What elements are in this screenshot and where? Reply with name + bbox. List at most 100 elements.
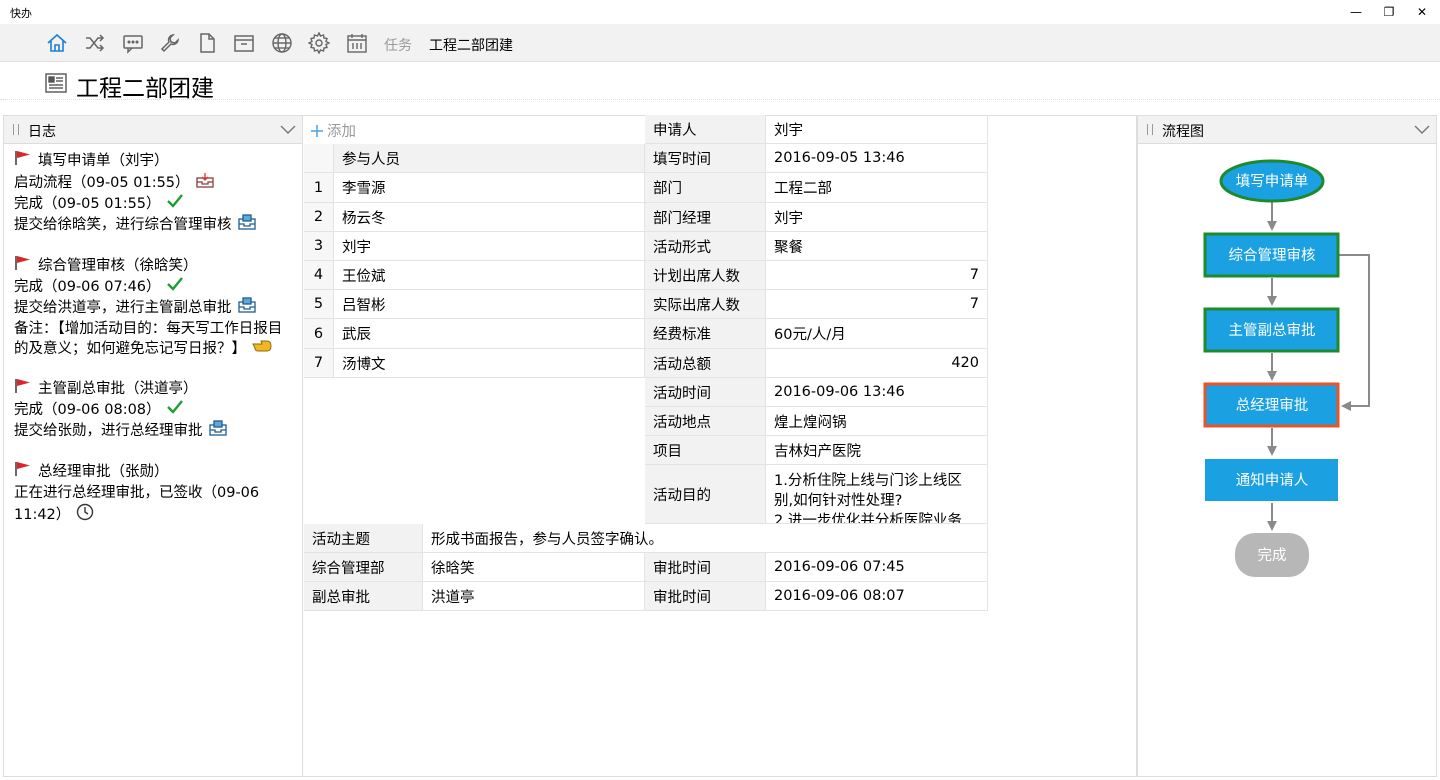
minimize-button[interactable]: — xyxy=(1339,0,1373,24)
participant-name-cell[interactable]: 吕智彬 xyxy=(334,290,645,319)
log-entry: 主管副总审批（洪道亭） 完成（09-06 08:08） 提交给张勋，进行总经理审批 xyxy=(14,378,302,442)
inbox-icon xyxy=(195,172,214,194)
task-link[interactable]: 任务 xyxy=(384,35,412,55)
page-header: 工程二部团建 xyxy=(0,62,1440,102)
log-line-text: 完成（09-05 01:55） xyxy=(14,196,161,212)
restore-button[interactable]: ❐ xyxy=(1372,0,1406,24)
participant-name-cell[interactable]: 刘宇 xyxy=(334,232,645,261)
flag-icon xyxy=(14,378,32,400)
field-value[interactable]: 7 xyxy=(766,290,988,319)
field-value[interactable]: 刘宇 xyxy=(766,203,988,232)
flowchart-canvas: 填写申请单综合管理审核主管副总审批总经理审批通知申请人完成 xyxy=(1203,159,1370,577)
approval-value[interactable]: 徐晗笑 xyxy=(423,553,645,582)
approval-time-value[interactable]: 2016-09-06 07:45 xyxy=(766,553,988,582)
globe-icon[interactable] xyxy=(269,31,295,55)
log-line-text: 提交给张勋，进行总经理审批 xyxy=(14,423,203,439)
field-label: 计划出席人数 xyxy=(645,261,766,290)
form-document-icon xyxy=(44,72,68,98)
log-line-text: 完成（09-06 08:08） xyxy=(14,402,161,418)
close-button[interactable]: ✕ xyxy=(1405,0,1439,24)
log-line-text: 备注：【增加活动目的：每天写工作日报目的及意义；如何避免忘记写日报？】 xyxy=(14,321,283,357)
log-line: 提交给张勋，进行总经理审批 xyxy=(14,420,302,442)
flow-node-start-label: 填写申请单 xyxy=(1236,173,1309,190)
drag-handle-icon[interactable] xyxy=(1147,124,1153,135)
log-panel: 日志 填写申请单（刘宇） 启动流程（09-05 01:55） 完成（09-05 01… xyxy=(3,115,303,777)
flow-node-n1-label: 综合管理审核 xyxy=(1229,247,1316,264)
log-line: 提交给徐晗笑，进行综合管理审核 xyxy=(14,214,302,236)
log-line: 完成（09-06 07:46） xyxy=(14,277,302,297)
drag-handle-icon[interactable] xyxy=(13,124,19,135)
chat-icon[interactable] xyxy=(120,31,146,55)
shuffle-icon[interactable] xyxy=(82,31,108,55)
field-value[interactable]: 煌上煌闷锅 xyxy=(766,407,988,436)
field-label: 部门 xyxy=(645,173,766,203)
add-participant-button[interactable]: 添加 xyxy=(310,120,356,141)
flow-panel-header: 流程图 xyxy=(1138,116,1436,144)
wrench-icon[interactable] xyxy=(157,31,183,55)
log-step-title: 综合管理审核（徐晗笑） xyxy=(38,258,198,274)
purpose-value[interactable]: 1.分析住院上线与门诊上线区别,如何针对性处理? 2.进一步优化并分析医院业务 xyxy=(766,465,988,524)
calendar-icon[interactable] xyxy=(344,31,370,55)
breadcrumb-current: 工程二部团建 xyxy=(429,38,513,54)
approval-label: 综合管理部 xyxy=(304,553,423,582)
close-icon: ✕ xyxy=(1416,5,1428,19)
flag-icon xyxy=(14,255,32,277)
field-value[interactable]: 60元/人/月 xyxy=(766,319,988,349)
archive-icon[interactable] xyxy=(231,31,257,55)
participant-name-cell[interactable]: 汤博文 xyxy=(334,349,645,378)
field-value[interactable]: 420 xyxy=(766,349,988,378)
tray-icon xyxy=(237,214,256,236)
chevron-down-icon[interactable] xyxy=(1414,123,1430,139)
field-label: 项目 xyxy=(645,436,766,465)
log-entry-header: 主管副总审批（洪道亭） xyxy=(14,378,302,400)
log-line: 完成（09-06 08:08） xyxy=(14,400,302,420)
flow-node-n3-label: 总经理审批 xyxy=(1236,397,1309,414)
participant-row-number: 1 xyxy=(304,173,334,203)
log-line-text: 提交给徐晗笑，进行综合管理审核 xyxy=(14,217,232,233)
field-value[interactable]: 2016-09-06 13:46 xyxy=(766,378,988,407)
flow-node-end-label: 完成 xyxy=(1258,547,1287,564)
field-value[interactable]: 7 xyxy=(766,261,988,290)
field-value[interactable]: 吉林妇产医院 xyxy=(766,436,988,465)
log-panel-title: 日志 xyxy=(28,124,56,140)
log-step-title: 主管副总审批（洪道亭） xyxy=(38,381,198,397)
participant-row-number: 3 xyxy=(304,232,334,261)
field-label: 活动形式 xyxy=(645,232,766,261)
participants-header: 参与人员 xyxy=(334,144,645,173)
theme-label: 活动主题 xyxy=(304,524,423,553)
log-line: 提交给洪道亭，进行主管副总审批 xyxy=(14,297,302,319)
participant-row-number: 4 xyxy=(304,261,334,290)
field-value[interactable]: 刘宇 xyxy=(766,115,988,144)
field-value[interactable]: 2016-09-05 13:46 xyxy=(766,144,988,173)
field-label: 活动地点 xyxy=(645,407,766,436)
participant-name-cell[interactable]: 武辰 xyxy=(334,319,645,349)
log-step-title: 填写申请单（刘宇） xyxy=(38,153,169,169)
restore-icon: ❐ xyxy=(1383,5,1395,19)
app-title: 快办 xyxy=(10,7,32,20)
minimize-icon: — xyxy=(1350,5,1362,19)
log-line-text: 提交给洪道亭，进行主管副总审批 xyxy=(14,300,232,316)
check-icon xyxy=(166,400,183,420)
log-entry-header: 总经理审批（张勋） xyxy=(14,461,302,483)
field-value[interactable]: 聚餐 xyxy=(766,232,988,261)
flag-icon xyxy=(14,461,32,483)
participant-row-number: 7 xyxy=(304,349,334,378)
participant-name-cell[interactable]: 李雪源 xyxy=(334,173,645,203)
add-participant-label: 添加 xyxy=(327,124,356,140)
log-step-title: 总经理审批（张勋） xyxy=(38,464,169,480)
log-line: 正在进行总经理审批，已签收（09-06 11:42） xyxy=(14,483,302,527)
gear-icon[interactable] xyxy=(306,31,332,55)
flag-icon xyxy=(14,150,32,172)
document-icon[interactable] xyxy=(194,31,220,55)
field-label: 活动时间 xyxy=(645,378,766,407)
approval-value[interactable]: 洪道亭 xyxy=(423,582,645,611)
chevron-down-icon[interactable] xyxy=(280,123,296,139)
flow-panel-title: 流程图 xyxy=(1162,124,1204,140)
approval-time-value[interactable]: 2016-09-06 08:07 xyxy=(766,582,988,611)
theme-value[interactable]: 形成书面报告，参与人员签字确认。 xyxy=(423,524,988,553)
field-value[interactable]: 工程二部 xyxy=(766,173,988,203)
participant-name-cell[interactable]: 王俭斌 xyxy=(334,261,645,290)
home-icon[interactable] xyxy=(44,31,70,55)
participant-name-cell[interactable]: 杨云冬 xyxy=(334,203,645,232)
purpose-label: 活动目的 xyxy=(645,465,766,524)
